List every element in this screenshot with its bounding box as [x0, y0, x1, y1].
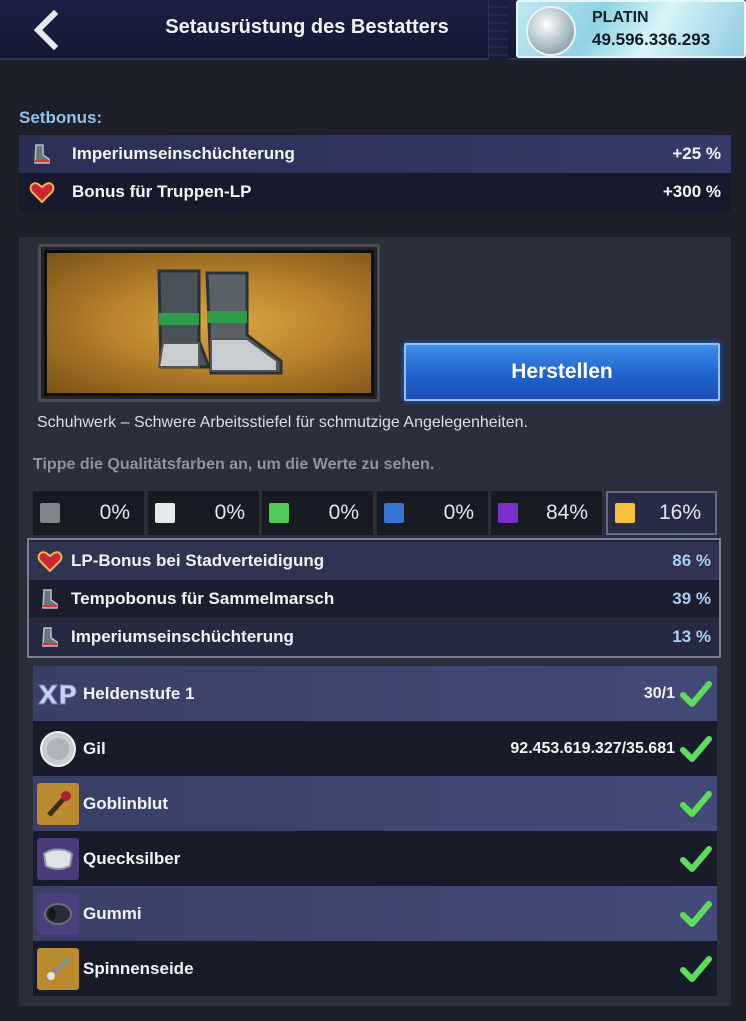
quality-swatch-gray[interactable]: 0% [33, 491, 144, 535]
requirement-row-spinnenseide: Spinnenseide [33, 941, 717, 996]
platin-coin-icon [526, 6, 576, 56]
currency-label: PLATIN [592, 9, 649, 26]
stat-row: Imperiumseinschüchterung 13 % [29, 618, 719, 656]
stat-row: LP-Bonus bei Stadverteidigung 86 % [29, 542, 719, 580]
top-bar: Setausrüstung des Bestatters PLATIN 49.5… [0, 0, 746, 60]
requirement-name: Quecksilber [83, 848, 181, 868]
requirement-name: Heldenstufe 1 [83, 683, 195, 703]
setbonus-row: Imperiumseinschüchterung +25 % [19, 135, 731, 173]
requirement-name: Gummi [83, 903, 142, 923]
requirement-value: 92.453.619.327/35.681 [510, 739, 675, 757]
setbonus-heading: Setbonus: [19, 108, 103, 127]
chevron-left-icon [33, 10, 59, 50]
boot-icon [37, 586, 63, 612]
checkmark-icon [679, 677, 713, 711]
quality-swatch-white[interactable]: 0% [148, 491, 259, 535]
quality-percent: 0% [99, 501, 130, 524]
header-divider [488, 0, 508, 60]
item-image-frame [38, 244, 380, 402]
back-button[interactable] [22, 8, 68, 52]
platin-balance[interactable]: PLATIN 49.596.336.293 [516, 0, 746, 58]
quality-stats: LP-Bonus bei Stadverteidigung 86 % Tempo… [27, 538, 721, 658]
quality-color-blue [384, 503, 404, 523]
setbonus-value: +25 % [672, 144, 721, 163]
quality-color-purple [498, 503, 518, 523]
quality-hint: Tippe die Qualitätsfarben an, um die Wer… [33, 456, 435, 473]
setbonus-name: Bonus für Truppen-LP [72, 182, 252, 201]
quality-percent: 0% [214, 501, 245, 524]
stat-value: 86 % [672, 551, 711, 570]
quality-percent: 16% [658, 501, 701, 524]
stat-name: Tempobonus für Sammelmarsch [71, 589, 335, 608]
requirement-value: 30/1 [643, 684, 675, 702]
craft-button[interactable]: Herstellen [404, 343, 720, 401]
checkmark-icon [679, 842, 713, 876]
checkmark-icon [679, 732, 713, 766]
boots-image [47, 253, 371, 393]
page-title: Setausrüstung des Bestatters [165, 16, 449, 38]
quality-percent: 84% [545, 501, 588, 524]
requirement-row-goblinblut: Goblinblut [33, 776, 717, 831]
svg-text:XP: XP [38, 681, 77, 711]
quality-swatch-green[interactable]: 0% [262, 491, 373, 535]
requirement-row-quecksilber: Quecksilber [33, 831, 717, 886]
setbonus-name: Imperiumseinschüchterung [72, 144, 295, 163]
setbonus-row: Bonus für Truppen-LP +300 % [19, 173, 731, 211]
quality-swatch-blue[interactable]: 0% [377, 491, 488, 535]
requirement-row-hero-level: XP Heldenstufe 1 30/1 [33, 666, 717, 721]
quality-swatch-gold[interactable]: 16% [606, 491, 717, 535]
heart-icon [37, 548, 63, 574]
checkmark-icon [679, 952, 713, 986]
requirement-name: Spinnenseide [83, 958, 194, 978]
setbonus-value: +300 % [662, 182, 721, 201]
goblin-blood-icon [37, 782, 79, 825]
boot-icon [29, 141, 55, 167]
requirement-name: Goblinblut [83, 793, 168, 813]
checkmark-icon [679, 897, 713, 931]
stat-value: 39 % [672, 589, 711, 608]
stat-value: 13 % [672, 627, 711, 646]
rubber-icon [37, 892, 79, 935]
xp-icon: XP [37, 673, 79, 715]
quality-swatch-purple[interactable]: 84% [491, 491, 602, 535]
boot-icon [37, 624, 63, 650]
quicksilver-icon [37, 837, 79, 880]
item-description: Schuhwerk – Schwere Arbeitsstiefel für s… [37, 414, 528, 431]
quality-percent: 0% [443, 501, 474, 524]
quality-color-gray [40, 503, 60, 523]
checkmark-icon [679, 787, 713, 821]
stat-name: Imperiumseinschüchterung [71, 627, 294, 646]
quality-color-gold [615, 503, 635, 523]
quality-color-white [155, 503, 175, 523]
stat-name: LP-Bonus bei Stadverteidigung [71, 551, 325, 570]
stat-row: Tempobonus für Sammelmarsch 39 % [29, 580, 719, 618]
heart-icon [29, 179, 55, 205]
gil-coin-icon [37, 728, 79, 770]
requirement-row-gil: Gil 92.453.619.327/35.681 [33, 721, 717, 776]
currency-value: 49.596.336.293 [592, 30, 711, 49]
spider-silk-icon [37, 947, 79, 990]
quality-percent: 0% [328, 501, 359, 524]
requirement-row-gummi: Gummi [33, 886, 717, 941]
quality-color-green [269, 503, 289, 523]
requirement-name: Gil [83, 738, 106, 758]
